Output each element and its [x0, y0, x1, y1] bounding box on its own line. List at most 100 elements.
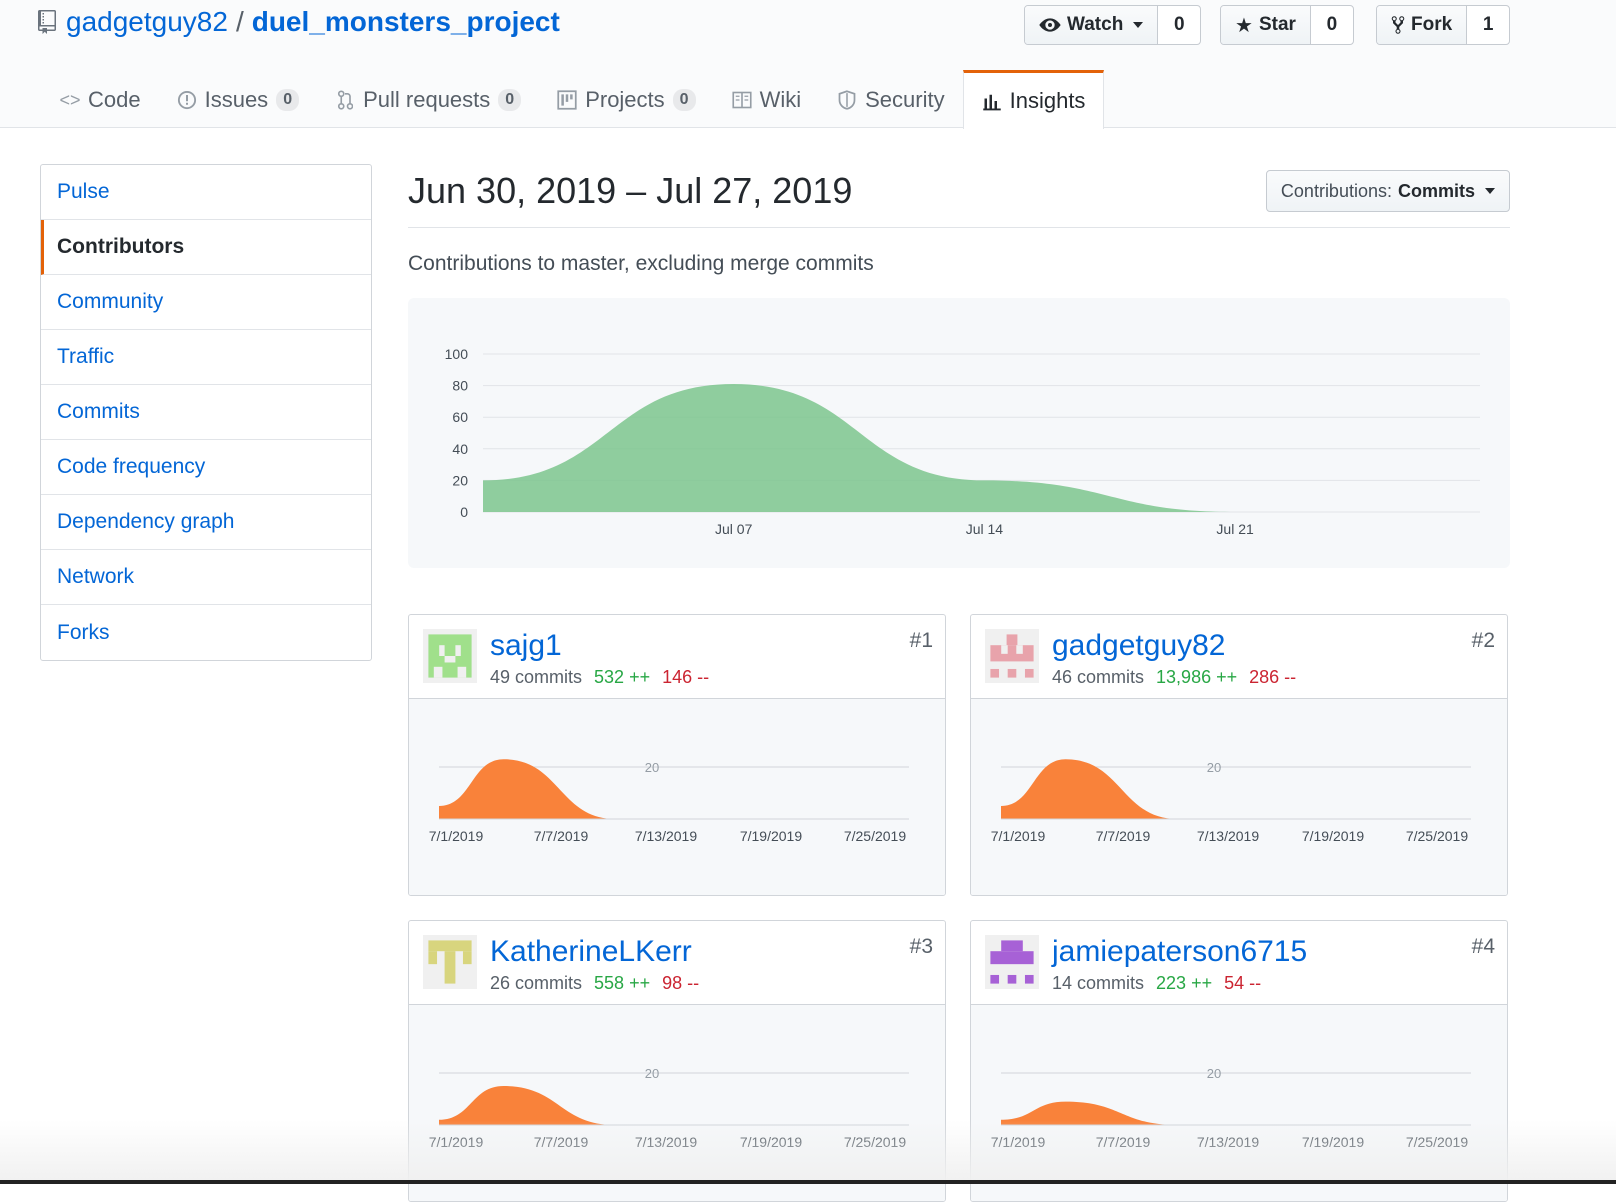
x-tick-label: 7/7/2019 — [1096, 1134, 1151, 1150]
x-tick-label: 7/13/2019 — [635, 828, 697, 844]
tab-pull-requests[interactable]: Pull requests 0 — [317, 72, 539, 128]
commit-count[interactable]: 49 commits — [490, 667, 582, 688]
y-tick-label: 20 — [452, 472, 468, 488]
repo-owner-link[interactable]: gadgetguy82 — [66, 6, 228, 38]
fork-group: Fork 1 — [1376, 5, 1511, 45]
sidebar-item-network[interactable]: Network — [41, 550, 371, 605]
tab-issues[interactable]: Issues 0 — [159, 72, 318, 128]
x-tick-label: 7/19/2019 — [740, 1134, 802, 1150]
tab-label: Security — [865, 87, 945, 112]
tab-wiki[interactable]: Wiki — [714, 72, 820, 128]
sidebar-item-pulse[interactable]: Pulse — [41, 165, 371, 220]
star-group: ★ Star 0 — [1220, 5, 1354, 45]
contributor-activity-chart: 20 7/1/2019 7/7/2019 7/13/2019 7/19/2019 7/25… — [991, 759, 1471, 844]
watch-button[interactable]: Watch — [1025, 6, 1159, 44]
y-tick-label: 100 — [445, 346, 469, 362]
y-tick-label: 40 — [452, 441, 468, 457]
sidebar-item-traffic[interactable]: Traffic — [41, 330, 371, 385]
pull-request-icon — [335, 90, 355, 110]
x-tick-label: 7/19/2019 — [1302, 1134, 1364, 1150]
y-tick-label: 60 — [452, 409, 468, 425]
contributor-username[interactable]: sajg1 — [490, 629, 562, 663]
commit-count[interactable]: 26 commits — [490, 973, 582, 994]
contributor-card: gadgetguy82 46 commits 13,986 ++ 286 -- … — [970, 614, 1508, 896]
sidebar-item-community[interactable]: Community — [41, 275, 371, 330]
tab-insights[interactable]: Insights — [962, 70, 1105, 129]
x-tick-label: 7/25/2019 — [844, 1134, 906, 1150]
issues-count-badge: 0 — [276, 89, 300, 111]
chevron-down-icon — [1485, 188, 1495, 194]
contributor-username[interactable]: jamiepaterson6715 — [1052, 935, 1307, 969]
contributor-username[interactable]: gadgetguy82 — [1052, 629, 1226, 663]
tab-label: Issues — [204, 87, 269, 112]
contributor-stats: 49 commits 532 ++ 146 -- — [490, 667, 709, 688]
repo-tabs: <> Code Issues 0 Pull requests 0 Project… — [42, 70, 1105, 129]
commit-count[interactable]: 14 commits — [1052, 973, 1144, 994]
fork-label: Fork — [1411, 14, 1453, 35]
commit-count[interactable]: 46 commits — [1052, 667, 1144, 688]
project-icon — [557, 90, 577, 110]
tab-label: Code — [88, 87, 141, 112]
fork-icon — [1391, 16, 1405, 34]
sidebar-item-commits[interactable]: Commits — [41, 385, 371, 440]
star-count[interactable]: 0 — [1311, 6, 1353, 44]
avatar[interactable] — [423, 629, 477, 683]
x-tick-label: 7/25/2019 — [1406, 828, 1468, 844]
contributions-dropdown[interactable]: Contributions: Commits — [1265, 170, 1510, 212]
commits-overview-svg: 0 20 40 60 80 100 Jul 07 Jul 14 Jul 21 — [445, 346, 1480, 537]
projects-count-badge: 0 — [672, 89, 696, 111]
x-tick-label: 7/13/2019 — [1197, 828, 1259, 844]
y-tick-label: 20 — [645, 1066, 659, 1081]
contributor-rank: #2 — [1471, 629, 1495, 652]
contributor-rank: #4 — [1471, 935, 1495, 958]
watch-group: Watch 0 — [1024, 5, 1202, 45]
x-tick-label: 7/7/2019 — [534, 828, 589, 844]
x-tick-label: 7/25/2019 — [844, 828, 906, 844]
repo-name-link[interactable]: duel_monsters_project — [252, 6, 560, 38]
additions-count: 223 ++ — [1156, 973, 1213, 993]
y-tick-label: 0 — [460, 504, 468, 520]
star-button[interactable]: ★ Star — [1221, 6, 1311, 44]
contributor-username[interactable]: KatherineLKerr — [490, 935, 692, 969]
sidebar-item-dependency-graph[interactable]: Dependency graph — [41, 495, 371, 550]
repo-separator: / — [235, 6, 244, 37]
insights-sidebar: Pulse Contributors Community Traffic Com… — [40, 164, 372, 661]
tab-code[interactable]: <> Code — [42, 72, 159, 128]
additions-count: 532 ++ — [594, 667, 651, 687]
x-tick-label: Jul 21 — [1216, 521, 1254, 537]
contributor-stats: 14 commits 223 ++ 54 -- — [1052, 973, 1261, 994]
fork-button[interactable]: Fork — [1377, 6, 1468, 44]
chart-subtitle: Contributions to master, excluding merge… — [408, 252, 874, 275]
watch-count[interactable]: 0 — [1158, 6, 1200, 44]
avatar[interactable] — [423, 935, 477, 989]
repo-title: gadgetguy82 / duel_monsters_project — [38, 6, 560, 38]
eye-icon — [1039, 18, 1061, 32]
x-tick-label: Jul 07 — [715, 521, 753, 537]
contributions-value: Commits — [1397, 180, 1475, 201]
additions-count: 558 ++ — [594, 973, 651, 993]
avatar[interactable] — [985, 935, 1039, 989]
deletions-count: 146 -- — [662, 667, 710, 687]
contributor-activity-chart: 20 7/1/2019 7/7/2019 7/13/2019 7/19/2019 7/25… — [429, 1066, 909, 1150]
contributor-commits-area — [1001, 759, 1471, 819]
contributor-activity-chart: 20 7/1/2019 7/7/2019 7/13/2019 7/19/2019 7/25… — [991, 1066, 1471, 1150]
sidebar-item-forks[interactable]: Forks — [41, 605, 371, 660]
tab-label: Insights — [1009, 88, 1086, 113]
tab-security[interactable]: Security — [819, 72, 962, 128]
contributor-stats: 26 commits 558 ++ 98 -- — [490, 973, 699, 994]
sidebar-item-code-frequency[interactable]: Code frequency — [41, 440, 371, 495]
additions-count: 13,986 ++ — [1156, 667, 1238, 687]
x-tick-label: 7/13/2019 — [635, 1134, 697, 1150]
deletions-count: 54 -- — [1224, 973, 1262, 993]
sidebar-item-contributors[interactable]: Contributors — [41, 220, 371, 275]
tab-projects[interactable]: Projects 0 — [539, 72, 713, 128]
avatar[interactable] — [985, 629, 1039, 683]
star-icon: ★ — [1235, 14, 1253, 37]
pr-count-badge: 0 — [498, 89, 522, 111]
y-tick-label: 20 — [1207, 760, 1221, 775]
x-tick-label: 7/13/2019 — [1197, 1134, 1259, 1150]
commits-overview-chart[interactable]: 0 20 40 60 80 100 Jul 07 Jul 14 Jul 21 — [408, 298, 1510, 568]
contributor-rank: #3 — [909, 935, 933, 958]
fork-count[interactable]: 1 — [1467, 6, 1509, 44]
tab-label: Projects — [585, 87, 665, 112]
